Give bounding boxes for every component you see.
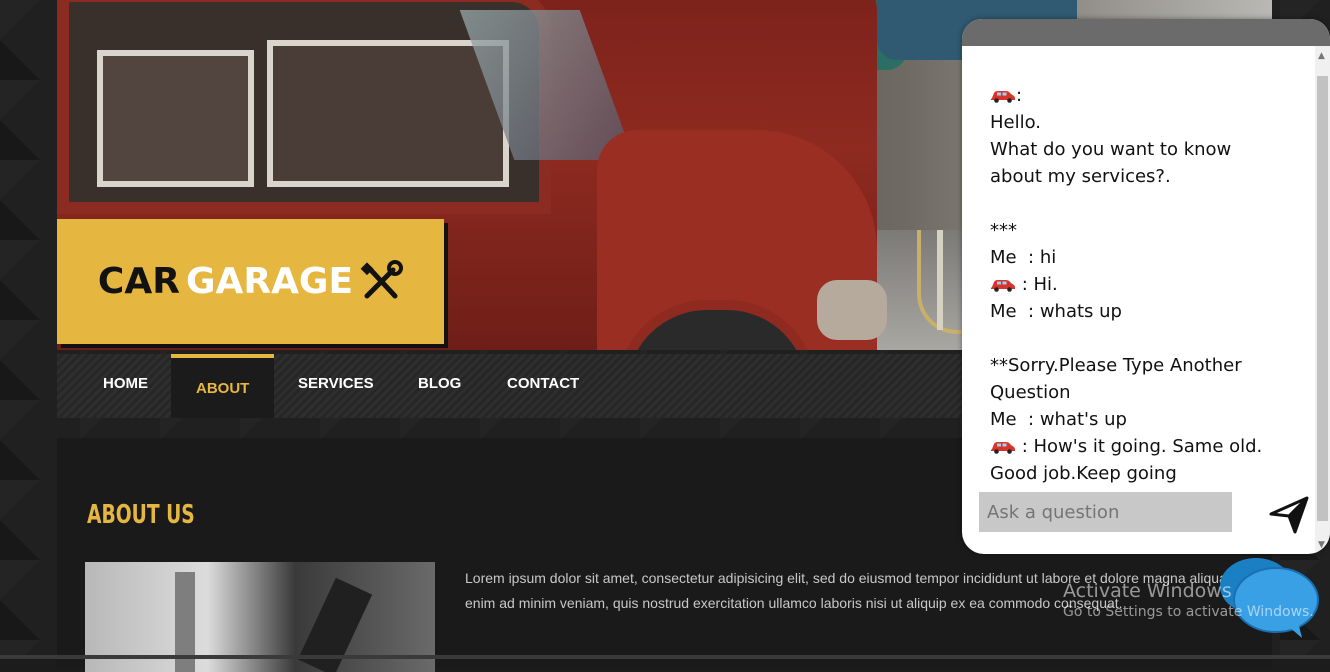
nav-blog[interactable]: BLOG	[418, 354, 461, 418]
chat-line-text: **Sorry.Please Type Another Question	[990, 355, 1248, 403]
chat-line-text: Me : what's up	[990, 409, 1127, 430]
scroll-up-icon[interactable]: ▲	[1318, 51, 1325, 61]
chat-line	[990, 190, 1280, 217]
chat-line: Me : whats up	[990, 298, 1280, 325]
scroll-down-icon[interactable]: ▼	[1318, 540, 1325, 550]
car-icon	[990, 274, 1016, 295]
nav-home[interactable]: HOME	[103, 354, 148, 418]
nav-contact[interactable]: CONTACT	[507, 354, 579, 418]
activate-windows-watermark: Activate Windows Go to Settings to activ…	[1063, 580, 1314, 622]
chat-line: :	[990, 82, 1280, 109]
chat-line: Me : hi	[990, 244, 1280, 271]
chat-scrollbar[interactable]: ▲ ▼	[1315, 46, 1330, 554]
chat-line-text: What do you want to know about my servic…	[990, 139, 1238, 187]
about-title: ABOUT US	[87, 500, 195, 530]
nav-about[interactable]: ABOUT	[171, 354, 275, 418]
watermark-title: Activate Windows	[1063, 580, 1232, 602]
nav-services[interactable]: SERVICES	[298, 354, 374, 418]
chat-line: Hello.	[990, 109, 1280, 136]
chat-line-text: :	[1016, 85, 1023, 106]
chat-line-text: Me : hi	[990, 247, 1057, 268]
chat-line: What do you want to know about my servic…	[990, 136, 1280, 190]
chat-window: : Hello. What do you want to know about my…	[962, 19, 1330, 554]
chat-header[interactable]	[962, 19, 1330, 46]
chat-line-text: Me : whats up	[990, 301, 1122, 322]
logo-text-garage: GARAGE	[185, 261, 354, 302]
logo-text-car: CAR	[97, 261, 180, 302]
car-icon	[990, 436, 1016, 457]
bottom-bar	[0, 655, 1330, 659]
chat-line-text: Hello.	[990, 112, 1042, 133]
send-button[interactable]	[1269, 494, 1309, 534]
chat-input[interactable]	[979, 492, 1232, 532]
chat-messages: : Hello. What do you want to know about my…	[990, 82, 1280, 487]
car-icon	[990, 85, 1016, 106]
chat-line	[990, 325, 1280, 352]
chat-line: Me : what's up	[990, 406, 1280, 433]
chat-line-text: : Hi.	[1016, 274, 1058, 295]
chat-line-text: ***	[990, 220, 1017, 241]
chat-line: : How's it going. Same old. Good job.Kee…	[990, 433, 1280, 487]
chat-line: ***	[990, 217, 1280, 244]
chat-line: : Hi.	[990, 271, 1280, 298]
chat-line-text: : How's it going. Same old. Good job.Kee…	[990, 436, 1269, 484]
site-logo[interactable]: CAR GARAGE	[57, 219, 444, 344]
watermark-subtitle: Go to Settings to activate Windows.	[1063, 604, 1314, 620]
chat-line: **Sorry.Please Type Another Question	[990, 352, 1280, 406]
scroll-thumb[interactable]	[1317, 76, 1328, 521]
wrench-screwdriver-icon	[360, 259, 404, 298]
send-icon	[1269, 496, 1309, 534]
